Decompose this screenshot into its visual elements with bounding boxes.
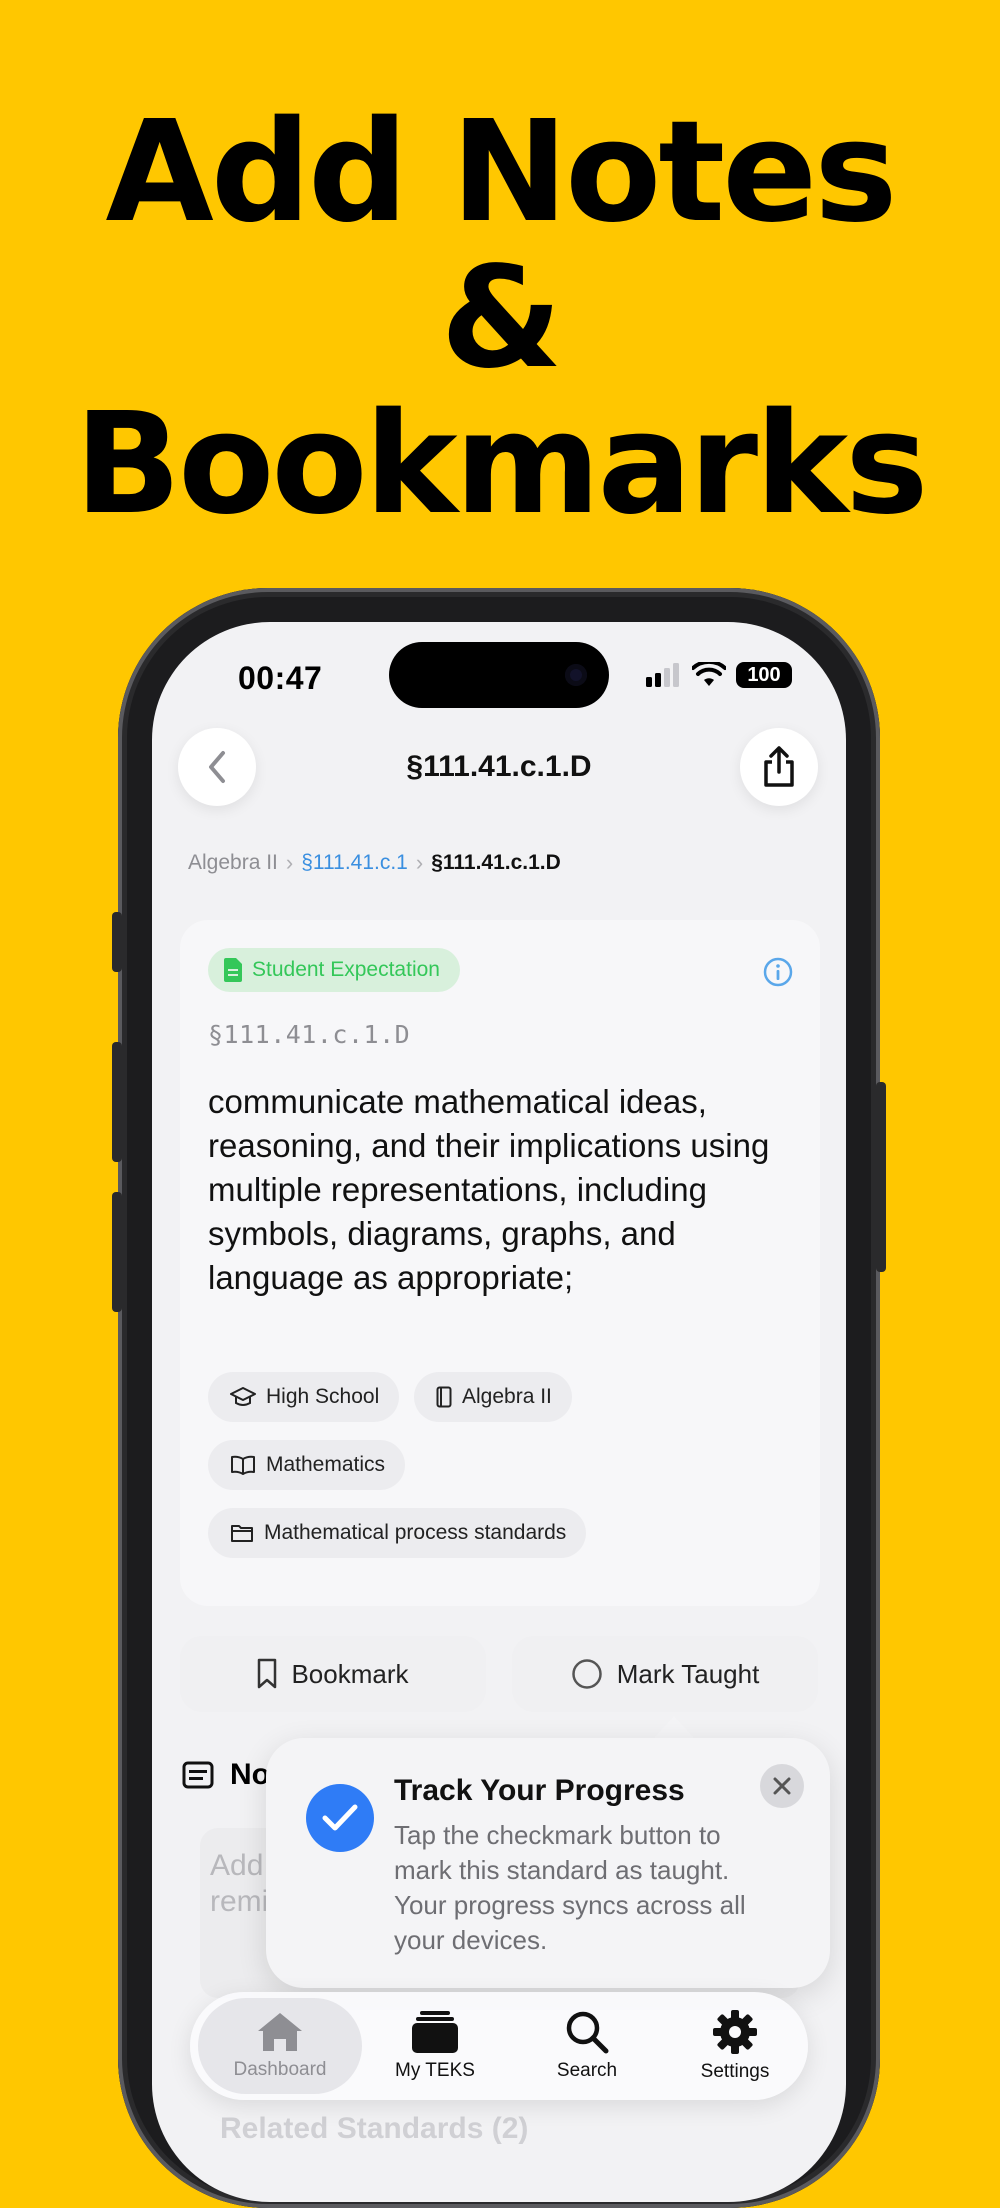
tab-label: My TEKS <box>395 2060 475 2081</box>
tooltip-close-button[interactable] <box>760 1764 804 1808</box>
checkmark-icon <box>306 1784 374 1852</box>
tag-chip-strand[interactable]: Mathematical process standards <box>208 1508 587 1558</box>
note-icon <box>182 1761 214 1789</box>
tooltip-arrow <box>652 1716 696 1740</box>
power-button <box>876 1082 886 1272</box>
tag-label: Mathematics <box>266 1453 386 1476</box>
bookmark-icon <box>258 1658 277 1689</box>
tag-chip-course[interactable]: Algebra II <box>414 1372 572 1422</box>
tooltip-body: Tap the checkmark button to mark this st… <box>394 1820 746 1955</box>
info-icon <box>763 957 793 987</box>
tag-chip-subject[interactable]: Mathematics <box>208 1440 406 1490</box>
headline: Add Notes & Bookmarks <box>0 100 1000 538</box>
volume-down-button <box>112 1192 122 1312</box>
battery-indicator: 100 <box>736 662 792 688</box>
status-time: 00:47 <box>238 660 323 696</box>
tab-search[interactable]: Search <box>512 1992 662 2100</box>
graduation-cap-icon <box>230 1387 256 1406</box>
headline-line-2: & <box>440 237 562 400</box>
close-icon <box>773 1777 791 1795</box>
tab-bar: Dashboard My TEKS Search Settings <box>190 1992 808 2100</box>
tag-label: Algebra II <box>462 1385 552 1408</box>
bookmark-label: Bookmark <box>291 1658 409 1689</box>
folder-icon <box>231 1525 253 1542</box>
camera-icon <box>565 664 587 686</box>
headline-line-3: Bookmarks <box>74 383 928 546</box>
breadcrumb-item-subject[interactable]: Algebra II <box>188 851 278 875</box>
action-button <box>112 912 122 972</box>
wifi-icon <box>692 662 726 686</box>
search-icon <box>566 2011 609 2054</box>
type-badge: Student Expectation <box>208 948 460 992</box>
book-closed-icon <box>436 1386 452 1408</box>
tag-label: Mathematical process standards <box>264 1521 567 1544</box>
tab-label: Settings <box>700 2061 770 2082</box>
breadcrumb-item-parent[interactable]: §111.41.c.1 <box>301 851 408 875</box>
circle-icon <box>571 1659 602 1689</box>
standard-code: §111.41.c.1.D <box>208 1020 411 1049</box>
volume-up-button <box>112 1042 122 1162</box>
tag-label: High School <box>266 1385 380 1408</box>
tab-dashboard[interactable]: Dashboard <box>198 1998 362 2094</box>
tab-my-teks[interactable]: My TEKS <box>360 1992 510 2100</box>
signal-icon <box>646 663 679 687</box>
related-standards-heading: Related Standards (2) <box>220 2112 529 2145</box>
info-button[interactable] <box>762 956 794 993</box>
book-open-icon <box>231 1455 255 1475</box>
breadcrumb-item-current: §111.41.c.1.D <box>431 851 561 874</box>
mark-taught-label: Mark Taught <box>616 1658 760 1689</box>
share-button[interactable] <box>740 728 818 806</box>
tooltip-title: Track Your Progress <box>394 1774 685 1807</box>
tab-settings[interactable]: Settings <box>660 1992 810 2100</box>
progress-tooltip: Track Your Progress Tap the checkmark bu… <box>266 1738 830 1988</box>
notes-header: No <box>182 1758 270 1792</box>
stack-icon <box>412 2011 458 2053</box>
standard-text: communicate mathematical ideas, reasonin… <box>208 1083 770 1296</box>
dynamic-island <box>389 642 609 708</box>
bookmark-button[interactable]: Bookmark <box>180 1636 486 1712</box>
type-badge-label: Student Expectation <box>252 958 440 981</box>
chevron-right-icon: › <box>415 850 424 875</box>
phone-screen: 00:47 100 §111.41.c.1.D Algebra II › §11… <box>152 622 846 2202</box>
mark-taught-button[interactable]: Mark Taught <box>512 1636 818 1712</box>
gear-icon <box>713 2010 757 2054</box>
breadcrumb: Algebra II › §111.41.c.1 › §111.41.c.1.D <box>188 850 561 876</box>
tab-label: Search <box>556 2060 618 2081</box>
chevron-right-icon: › <box>285 850 294 875</box>
status-icons: 100 <box>646 662 792 688</box>
share-icon <box>764 746 794 787</box>
headline-line-1: Add Notes <box>105 91 897 254</box>
tab-label: Dashboard <box>233 2059 327 2080</box>
house-icon <box>258 2013 302 2051</box>
standard-card: Student Expectation §111.41.c.1.D commun… <box>180 920 820 1606</box>
notes-title: No <box>230 1758 270 1791</box>
tag-chip-grade[interactable]: High School <box>208 1372 400 1422</box>
document-icon <box>224 958 242 982</box>
